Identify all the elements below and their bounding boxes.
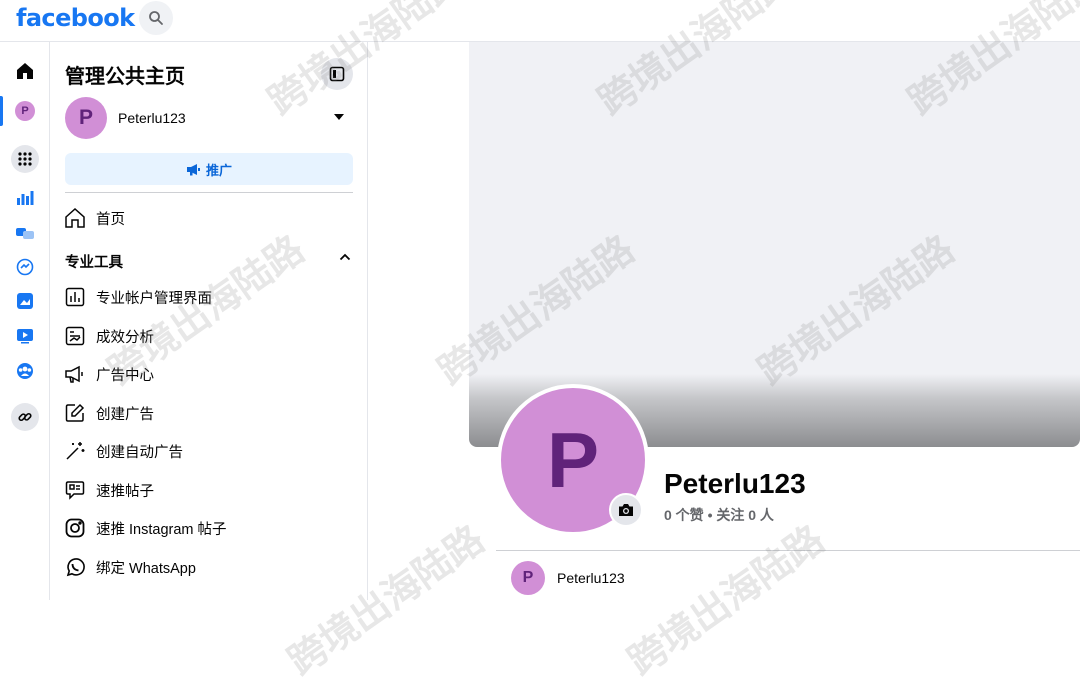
promote-label: 推广 xyxy=(205,162,232,178)
meta-circle-icon xyxy=(16,258,34,276)
nav-tool-label: 创建广告 xyxy=(96,406,154,423)
nav-item-professional-dashboard[interactable]: 专业帐户管理界面 xyxy=(63,280,353,314)
page-avatar-small: P xyxy=(15,101,35,121)
nav-tool-label: 成效分析 xyxy=(96,329,154,346)
nav-tool-label: 专业帐户管理界面 xyxy=(96,290,212,307)
promote-button[interactable]: 推广 xyxy=(65,153,353,185)
rail-home-button[interactable] xyxy=(10,56,40,86)
link-icon xyxy=(11,403,39,431)
nav-item-ad-center[interactable]: 广告中心 xyxy=(63,357,353,391)
update-photo-button[interactable] xyxy=(609,493,643,527)
video-icon xyxy=(17,329,33,344)
dashboard-icon xyxy=(63,285,87,309)
divider xyxy=(496,550,1080,551)
nav-tool-label: 绑定 WhatsApp xyxy=(96,560,196,577)
switch-avatar: P xyxy=(511,561,545,595)
page-stats[interactable]: 0 个赞 • 关注 0 人 xyxy=(664,505,774,525)
profile-switch-row[interactable]: P Peterlu123 xyxy=(511,561,625,595)
panel-title: 管理公共主页 xyxy=(65,66,185,88)
nav-item-create-ad[interactable]: 创建广告 xyxy=(63,396,353,430)
search-button[interactable] xyxy=(139,1,173,35)
home-icon xyxy=(17,63,33,79)
rail-active-indicator xyxy=(0,96,3,126)
caret-down-icon xyxy=(334,114,344,120)
pro-tools-section-title: 专业工具 xyxy=(65,255,123,271)
rail-messages-button[interactable] xyxy=(10,218,40,248)
nav-item-create-automated-ad[interactable]: 创建自动广告 xyxy=(63,434,353,468)
nav-tool-label: 速推 Instagram 帖子 xyxy=(96,521,227,538)
left-icon-rail: P xyxy=(0,42,50,600)
chat-icon xyxy=(16,228,34,239)
bar-chart-icon xyxy=(17,191,34,205)
nav-item-insights[interactable]: 成效分析 xyxy=(63,319,353,353)
rail-menu-button[interactable] xyxy=(10,144,40,174)
groups-icon xyxy=(17,363,33,379)
nav-tool-label: 速推帖子 xyxy=(96,483,154,500)
nav-item-link-whatsapp[interactable]: 绑定 WhatsApp xyxy=(63,550,353,584)
whatsapp-icon xyxy=(63,555,87,579)
instagram-icon xyxy=(63,516,87,540)
nav-item-home[interactable]: 首页 xyxy=(63,201,353,235)
rail-video-button[interactable] xyxy=(10,321,40,351)
nav-tool-label: 广告中心 xyxy=(96,367,154,384)
nav-home-label: 首页 xyxy=(96,211,125,228)
nav-item-boost-post[interactable]: 速推帖子 xyxy=(63,473,353,507)
megaphone-icon xyxy=(63,362,87,386)
rail-link-button[interactable] xyxy=(10,402,40,432)
chevron-up-icon[interactable] xyxy=(339,252,351,262)
pencil-icon xyxy=(63,401,87,425)
collapse-panel-button[interactable] xyxy=(321,58,353,90)
switch-name: Peterlu123 xyxy=(557,570,625,586)
facebook-logo[interactable]: facebook xyxy=(16,4,135,32)
content-icon xyxy=(17,293,33,309)
boost-post-icon xyxy=(63,478,87,502)
sidebar-toggle-icon xyxy=(329,66,345,82)
home-outline-icon xyxy=(63,206,87,230)
magic-wand-icon xyxy=(63,439,87,463)
nav-item-boost-instagram[interactable]: 速推 Instagram 帖子 xyxy=(63,511,353,545)
insights-icon xyxy=(63,324,87,348)
rail-meta-button[interactable] xyxy=(10,252,40,282)
account-switcher[interactable]: P Peterlu123 xyxy=(65,97,355,141)
manage-page-panel: 管理公共主页 P Peterlu123 推广 首页 专业工具 专业帐户管理界面 … xyxy=(51,42,368,600)
rail-content-button[interactable] xyxy=(10,286,40,316)
rail-page-button[interactable]: P xyxy=(10,96,40,126)
camera-icon xyxy=(619,504,633,516)
nav-tool-label: 创建自动广告 xyxy=(96,444,183,461)
rail-insights-button[interactable] xyxy=(10,182,40,212)
rail-groups-button[interactable] xyxy=(10,356,40,386)
page-name: Peterlu123 xyxy=(664,468,806,499)
account-name: Peterlu123 xyxy=(118,110,186,126)
divider xyxy=(65,192,353,193)
account-avatar: P xyxy=(65,97,107,139)
grid-menu-icon xyxy=(11,145,39,173)
megaphone-icon xyxy=(186,163,200,175)
top-bar: facebook xyxy=(0,0,1080,42)
search-icon xyxy=(149,11,163,25)
page-profile-area: P Peterlu123 0 个赞 • 关注 0 人 P Peterlu123 xyxy=(368,42,1080,600)
